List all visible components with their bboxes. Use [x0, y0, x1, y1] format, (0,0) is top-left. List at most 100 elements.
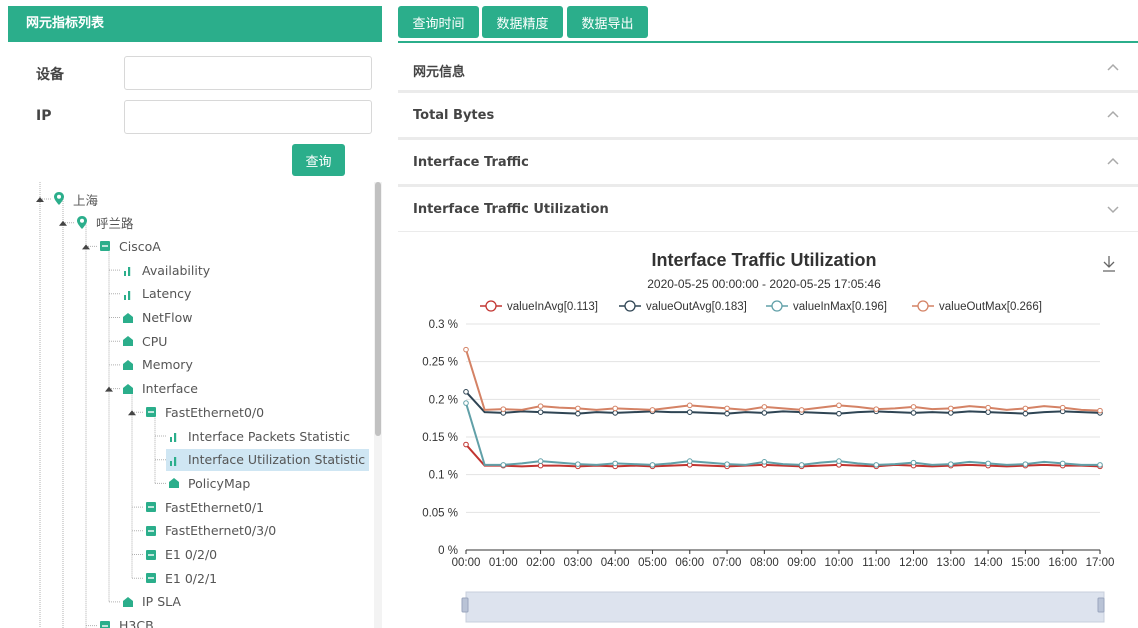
accordion-title: 网元信息	[413, 65, 466, 80]
tree-node-label: Interface Packets Statistic	[188, 428, 350, 444]
tree-node-label: Interface Utilization Statistic	[188, 452, 366, 468]
device-input[interactable]	[124, 56, 372, 90]
data-point	[500, 462, 507, 468]
bar-chart-icon	[120, 262, 136, 278]
accordion-interface-traffic-utilization[interactable]: Interface Traffic Utilization	[398, 188, 1138, 232]
data-point	[724, 410, 730, 417]
tree-node[interactable]: Availability	[120, 259, 214, 281]
tree-node[interactable]: FastEthernet0/1	[143, 496, 268, 518]
chevron-up-icon[interactable]	[1104, 106, 1122, 124]
tree-node[interactable]: IP SLA	[120, 591, 185, 613]
x-tick-label: 04:00	[601, 557, 630, 569]
tree-node[interactable]: FastEthernet0/0	[143, 401, 268, 423]
data-point	[836, 410, 842, 417]
tree-node-label: FastEthernet0/3/0	[165, 523, 277, 539]
y-tick-label: 0.15 %	[422, 432, 458, 444]
accordion-divider	[398, 137, 1138, 140]
accordion-title: Total Bytes	[413, 108, 495, 123]
data-export-button[interactable]: 数据导出	[567, 6, 648, 38]
accordion-title: Interface Traffic Utilization	[413, 202, 609, 217]
x-tick-label: 00:00	[452, 557, 481, 569]
data-precision-button[interactable]: 数据精度	[482, 6, 563, 38]
utilization-chart-panel: Interface Traffic Utilization 2020-05-25…	[398, 236, 1138, 628]
chevron-down-icon[interactable]	[1104, 200, 1122, 218]
data-point	[1022, 461, 1029, 467]
tree-node[interactable]: Interface Packets Statistic	[166, 425, 354, 447]
chart-grid	[466, 323, 1100, 551]
tree-node[interactable]: E1 0/2/0	[143, 544, 221, 566]
data-point	[873, 406, 880, 412]
data-point	[910, 459, 917, 466]
tree-node[interactable]: Memory	[120, 354, 197, 376]
data-point	[575, 405, 581, 412]
bar-chart-icon	[120, 286, 136, 302]
bar-chart-icon	[166, 452, 182, 468]
data-point	[724, 461, 730, 467]
chart-subtitle: 2020-05-25 00:00:00 - 2020-05-25 17:05:4…	[647, 277, 881, 291]
download-icon[interactable]	[1103, 256, 1115, 272]
data-point	[537, 409, 544, 415]
tree-node-label: NetFlow	[142, 310, 193, 325]
bar-chart-icon	[166, 428, 182, 444]
tree-node[interactable]: E1 0/2/1	[143, 567, 221, 589]
device-icon	[143, 499, 159, 515]
data-point	[798, 407, 805, 413]
data-point	[1022, 405, 1029, 412]
chevron-up-icon[interactable]	[1104, 59, 1122, 77]
tree-node[interactable]: 上海	[51, 188, 102, 210]
accordion-total-bytes[interactable]: Total Bytes	[398, 94, 1138, 138]
tree-node[interactable]: NetFlow	[120, 307, 196, 329]
legend-marker	[485, 300, 497, 312]
y-tick-label: 0.25 %	[422, 357, 458, 369]
tree-node[interactable]: Interface	[120, 378, 202, 400]
x-tick-label: 02:00	[526, 557, 555, 569]
y-tick-label: 0.05 %	[422, 507, 458, 519]
zoom-slider-track[interactable]	[465, 591, 1105, 623]
accordion-network-info[interactable]: 网元信息	[398, 47, 1138, 91]
tree-node[interactable]: CPU	[120, 330, 171, 352]
zoom-handle-left[interactable]	[461, 597, 469, 613]
x-tick-label: 08:00	[750, 557, 779, 569]
tree-node-label: E1 0/2/0	[165, 547, 218, 562]
legend-marker	[771, 300, 783, 312]
zoom-slider[interactable]	[461, 591, 1105, 623]
data-point	[985, 404, 991, 411]
device-label: 设备	[36, 67, 64, 83]
x-tick-label: 07:00	[713, 557, 742, 569]
zoom-handle-right[interactable]	[1097, 597, 1105, 613]
ip-input[interactable]	[124, 100, 372, 134]
legend-marker	[917, 300, 929, 312]
device-icon	[97, 238, 113, 254]
tree-node[interactable]: H3CB	[97, 615, 158, 628]
legend-label: valueOutAvg[0.183]	[646, 301, 747, 313]
data-point	[463, 441, 469, 448]
data-point	[798, 462, 805, 468]
data-point	[910, 404, 917, 410]
data-point	[575, 461, 581, 467]
x-tick-label: 06:00	[675, 557, 704, 569]
data-point	[537, 462, 544, 469]
legend-marker	[624, 300, 636, 312]
tree-node[interactable]: FastEthernet0/3/0	[143, 520, 280, 542]
tree-node[interactable]: Interface Utilization Statistic	[166, 448, 370, 471]
folder-icon	[120, 594, 136, 610]
accordion-interface-traffic[interactable]: Interface Traffic	[398, 141, 1138, 185]
query-button[interactable]: 查询	[292, 144, 345, 176]
chevron-up-icon[interactable]	[1104, 153, 1122, 171]
tree-node[interactable]: CiscoA	[97, 235, 165, 257]
left-panel: 网元指标列表 设备 IP 查询 上海 呼兰路 CiscoA Availability L…	[8, 6, 382, 628]
query-time-button[interactable]: 查询时间	[398, 6, 479, 38]
x-tick-label: 14:00	[974, 557, 1003, 569]
x-tick-label: 03:00	[563, 557, 592, 569]
data-point	[1059, 460, 1066, 467]
data-point	[612, 405, 618, 412]
tree-node[interactable]: 呼兰路	[74, 212, 138, 234]
x-tick-label: 11:00	[862, 557, 890, 569]
tree-node-label: H3CB	[119, 618, 154, 628]
toolbar-divider	[398, 41, 1138, 43]
tree-node[interactable]: Latency	[120, 283, 195, 305]
data-point	[463, 400, 469, 406]
tree-scrollbar-thumb[interactable]	[375, 182, 381, 436]
x-tick-label: 12:00	[899, 557, 928, 569]
tree-node[interactable]: PolicyMap	[166, 472, 254, 494]
